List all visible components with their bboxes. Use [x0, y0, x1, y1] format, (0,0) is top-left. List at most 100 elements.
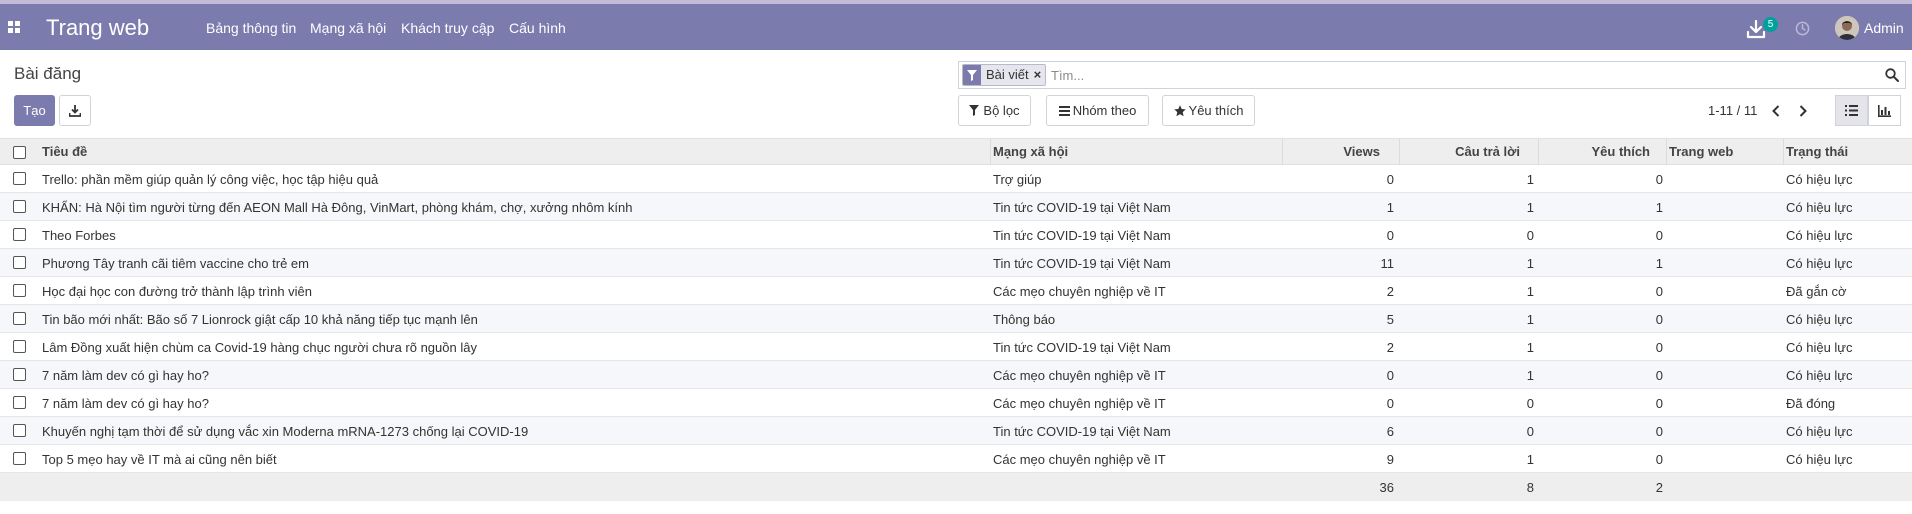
chevron-left-icon	[1772, 105, 1780, 117]
download-count-badge: 5	[1763, 17, 1778, 32]
cell-answers: 1	[1526, 312, 1534, 327]
cell-views: 1	[1386, 200, 1394, 215]
apps-grid-icon[interactable]	[8, 21, 21, 34]
table-row[interactable]: Khuyến nghị tạm thời để sử dụng vắc xin …	[0, 417, 1912, 445]
cell-social-network: Các mẹo chuyên nghiệp về IT	[993, 368, 1166, 383]
table-row[interactable]: Phương Tây tranh cãi tiêm vaccine cho tr…	[0, 249, 1912, 277]
cell-views: 6	[1386, 424, 1394, 439]
column-header-favorites[interactable]: Yêu thích	[1538, 144, 1650, 159]
row-select-checkbox[interactable]	[13, 452, 26, 465]
filter-icon	[963, 65, 981, 85]
column-header-social-network[interactable]: Mạng xã hội	[993, 144, 1068, 159]
clock-icon[interactable]	[1795, 21, 1810, 36]
cell-favorites: 0	[1655, 284, 1663, 299]
menu-configuration[interactable]: Cấu hình	[509, 20, 566, 36]
cell-title: Học đại học con đường trở thành lập trìn…	[42, 284, 313, 299]
table-row[interactable]: 7 năm làm dev có gì hay ho? Các mẹo chuyê…	[0, 361, 1912, 389]
cell-title: 7 năm làm dev có gì hay ho?	[42, 396, 209, 411]
table-header: Tiêu đề Mạng xã hội Views Câu trả lời Yê…	[0, 138, 1912, 165]
cell-title: Theo Forbes	[42, 228, 116, 243]
favorites-button[interactable]: Yêu thích	[1162, 95, 1255, 126]
create-button[interactable]: Tạo	[14, 95, 55, 126]
cell-social-network: Các mẹo chuyên nghiệp về IT	[993, 452, 1166, 467]
menu-social-network[interactable]: Mạng xã hội	[310, 20, 386, 36]
table-row[interactable]: Lâm Đồng xuất hiện chùm ca Covid-19 hàng…	[0, 333, 1912, 361]
column-header-status[interactable]: Trạng thái	[1786, 144, 1848, 159]
total-views: 36	[1379, 480, 1394, 495]
list-view-button[interactable]	[1835, 95, 1868, 126]
facet-remove-icon[interactable]: ×	[1031, 65, 1046, 85]
cell-social-network: Tin tức COVID-19 tại Việt Nam	[993, 340, 1171, 355]
breadcrumb-page-title: Bài đăng	[14, 64, 82, 83]
cell-answers: 1	[1526, 452, 1534, 467]
column-header-website[interactable]: Trang web	[1669, 144, 1733, 159]
cell-status: Có hiệu lực	[1786, 172, 1853, 187]
bars-icon	[1058, 105, 1070, 116]
filters-button[interactable]: Bộ lọc	[958, 95, 1031, 126]
column-header-views[interactable]: Views	[1282, 144, 1380, 159]
row-select-checkbox[interactable]	[13, 228, 26, 241]
cell-status: Có hiệu lực	[1786, 312, 1853, 327]
cell-views: 11	[1380, 256, 1395, 271]
filter-icon	[969, 105, 980, 116]
graph-view-button[interactable]	[1868, 95, 1901, 126]
column-header-title[interactable]: Tiêu đề	[42, 144, 87, 159]
table-row[interactable]: KHẨN: Hà Nội tìm người từng đến AEON Mal…	[0, 193, 1912, 221]
column-header-answers[interactable]: Câu trả lời	[1399, 144, 1520, 159]
cell-title: Trello: phần mềm giúp quản lý công việc,…	[42, 172, 379, 187]
star-icon	[1173, 104, 1186, 116]
total-answers: 8	[1526, 480, 1534, 495]
cell-social-network: Các mẹo chuyên nghiệp về IT	[993, 396, 1166, 411]
cell-answers: 0	[1526, 424, 1534, 439]
row-select-checkbox[interactable]	[13, 284, 26, 297]
cell-answers: 0	[1526, 228, 1534, 243]
pager-previous-button[interactable]	[1767, 102, 1785, 120]
cell-views: 0	[1386, 228, 1394, 243]
pager-value[interactable]: 1-11 / 11	[1708, 103, 1757, 118]
top-navbar: Trang web Bảng thông tin Mạng xã hội Khá…	[0, 4, 1912, 50]
search-icon[interactable]	[1885, 68, 1899, 82]
app-brand-title[interactable]: Trang web	[46, 15, 149, 41]
table-row[interactable]: Theo Forbes Tin tức COVID-19 tại Việt Nam…	[0, 221, 1912, 249]
cell-social-network: Thông báo	[993, 312, 1056, 327]
group-by-button-label: Nhóm theo	[1072, 103, 1137, 118]
user-name[interactable]: Admin	[1864, 20, 1904, 36]
table-row[interactable]: Top 5 mẹo hay về IT mà ai cũng nên biết C…	[0, 445, 1912, 473]
table-footer-totals: 36 8 2	[0, 473, 1912, 501]
search-input[interactable]	[1051, 66, 1831, 84]
group-by-button[interactable]: Nhóm theo	[1046, 95, 1149, 126]
table-row[interactable]: Tin bão mới nhất: Bão số 7 Lionrock giật…	[0, 305, 1912, 333]
row-select-checkbox[interactable]	[13, 396, 26, 409]
cell-favorites: 0	[1655, 228, 1663, 243]
cell-social-network: Tin tức COVID-19 tại Việt Nam	[993, 424, 1171, 439]
cell-favorites: 0	[1655, 312, 1663, 327]
menu-visitors[interactable]: Khách truy cập	[401, 20, 494, 36]
download-export-button[interactable]	[59, 95, 91, 126]
row-select-checkbox[interactable]	[13, 312, 26, 325]
row-select-checkbox[interactable]	[13, 256, 26, 269]
table-row[interactable]: Trello: phần mềm giúp quản lý công việc,…	[0, 165, 1912, 193]
cell-favorites: 0	[1655, 340, 1663, 355]
cell-favorites: 0	[1655, 424, 1663, 439]
pager-next-button[interactable]	[1794, 102, 1812, 120]
user-avatar[interactable]	[1835, 16, 1859, 40]
cell-status: Có hiệu lực	[1786, 452, 1853, 467]
table-row[interactable]: Học đại học con đường trở thành lập trìn…	[0, 277, 1912, 305]
cell-social-network: Tin tức COVID-19 tại Việt Nam	[993, 200, 1171, 215]
row-select-checkbox[interactable]	[13, 200, 26, 213]
menu-dashboard[interactable]: Bảng thông tin	[206, 20, 296, 36]
cell-title: Top 5 mẹo hay về IT mà ai cũng nên biết	[42, 452, 277, 467]
row-select-checkbox[interactable]	[13, 368, 26, 381]
cell-status: Đã đóng	[1786, 396, 1836, 411]
row-select-checkbox[interactable]	[13, 340, 26, 353]
cell-answers: 1	[1526, 172, 1534, 187]
table-row[interactable]: 7 năm làm dev có gì hay ho? Các mẹo chuyê…	[0, 389, 1912, 417]
cell-views: 5	[1386, 312, 1394, 327]
row-select-checkbox[interactable]	[13, 424, 26, 437]
select-all-checkbox[interactable]	[13, 146, 26, 159]
cell-title: Lâm Đồng xuất hiện chùm ca Covid-19 hàng…	[42, 340, 477, 355]
row-select-checkbox[interactable]	[13, 172, 26, 185]
search-bar[interactable]: Bài viết ×	[958, 61, 1906, 89]
cell-title: Tin bão mới nhất: Bão số 7 Lionrock giật…	[42, 312, 478, 327]
cell-views: 0	[1386, 172, 1394, 187]
